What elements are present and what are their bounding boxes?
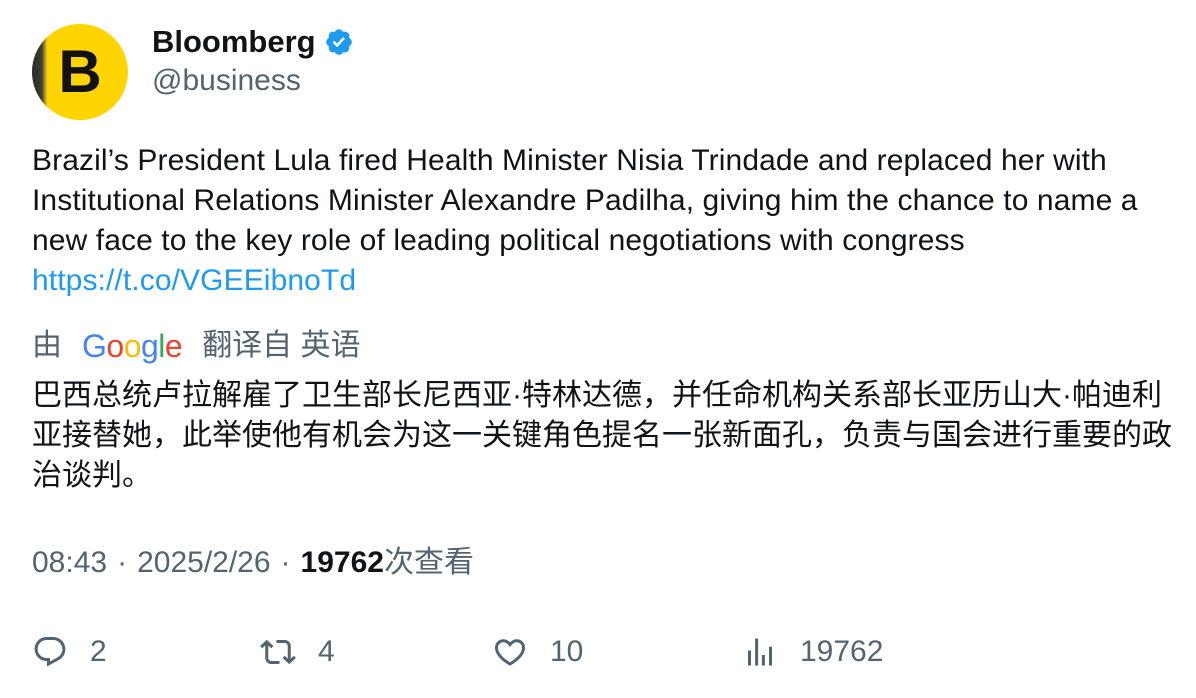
retweet-button[interactable]: 4	[260, 630, 335, 674]
tweet-link[interactable]: https://t.co/VGEEibnoTd	[32, 261, 1172, 301]
views-button[interactable]: 19762	[742, 630, 883, 674]
reply-icon	[34, 637, 66, 667]
handle[interactable]: @business	[152, 62, 301, 100]
author-name-row: Bloomberg	[152, 22, 354, 62]
display-name[interactable]: Bloomberg	[152, 22, 316, 62]
views-icon	[748, 638, 772, 666]
like-count: 10	[550, 635, 584, 668]
like-icon	[494, 639, 526, 666]
google-letter: e	[164, 328, 183, 364]
action-bar: 2 4 10 19762	[32, 630, 1172, 674]
views-label: 次查看	[383, 546, 474, 579]
like-button[interactable]: 10	[492, 630, 583, 674]
google-letter: l	[158, 328, 165, 364]
reply-button[interactable]: 2	[32, 630, 107, 674]
translation-prefix: 由	[32, 329, 62, 362]
reply-count: 2	[90, 635, 107, 668]
google-logo: Google	[82, 326, 183, 366]
tweet-time[interactable]: 08:43	[32, 543, 107, 583]
translation-suffix: 翻译自 英语	[202, 329, 361, 362]
google-letter: G	[82, 328, 107, 364]
google-letter: o	[123, 328, 142, 364]
translated-text: 巴西总统卢拉解雇了卫生部长尼西亚·特林达德，并任命机构关系部长亚历山大·帕迪利亚…	[32, 379, 1172, 492]
google-letter: o	[106, 328, 124, 364]
views-action-count: 19762	[800, 635, 884, 668]
retweet-count: 4	[318, 635, 335, 668]
tweet-meta: 08:43 · 2025/2/26 · 19762 次查看	[32, 543, 474, 583]
avatar-letter: B	[58, 38, 102, 105]
meta-separator: ·	[280, 546, 291, 579]
tweet-text: Brazil’s President Lula fired Health Min…	[32, 144, 1138, 257]
views-count: 19762	[300, 546, 384, 579]
meta-separator: ·	[117, 546, 128, 579]
tweet-body: Brazil’s President Lula fired Health Min…	[32, 141, 1172, 301]
retweet-icon	[260, 639, 296, 665]
verified-badge-icon[interactable]	[324, 27, 354, 57]
translation-attribution[interactable]: 由 Google 翻译自 英语	[32, 326, 361, 366]
avatar[interactable]: B	[32, 24, 128, 120]
tweet-date[interactable]: 2025/2/26	[137, 543, 270, 583]
google-letter: g	[140, 328, 159, 364]
